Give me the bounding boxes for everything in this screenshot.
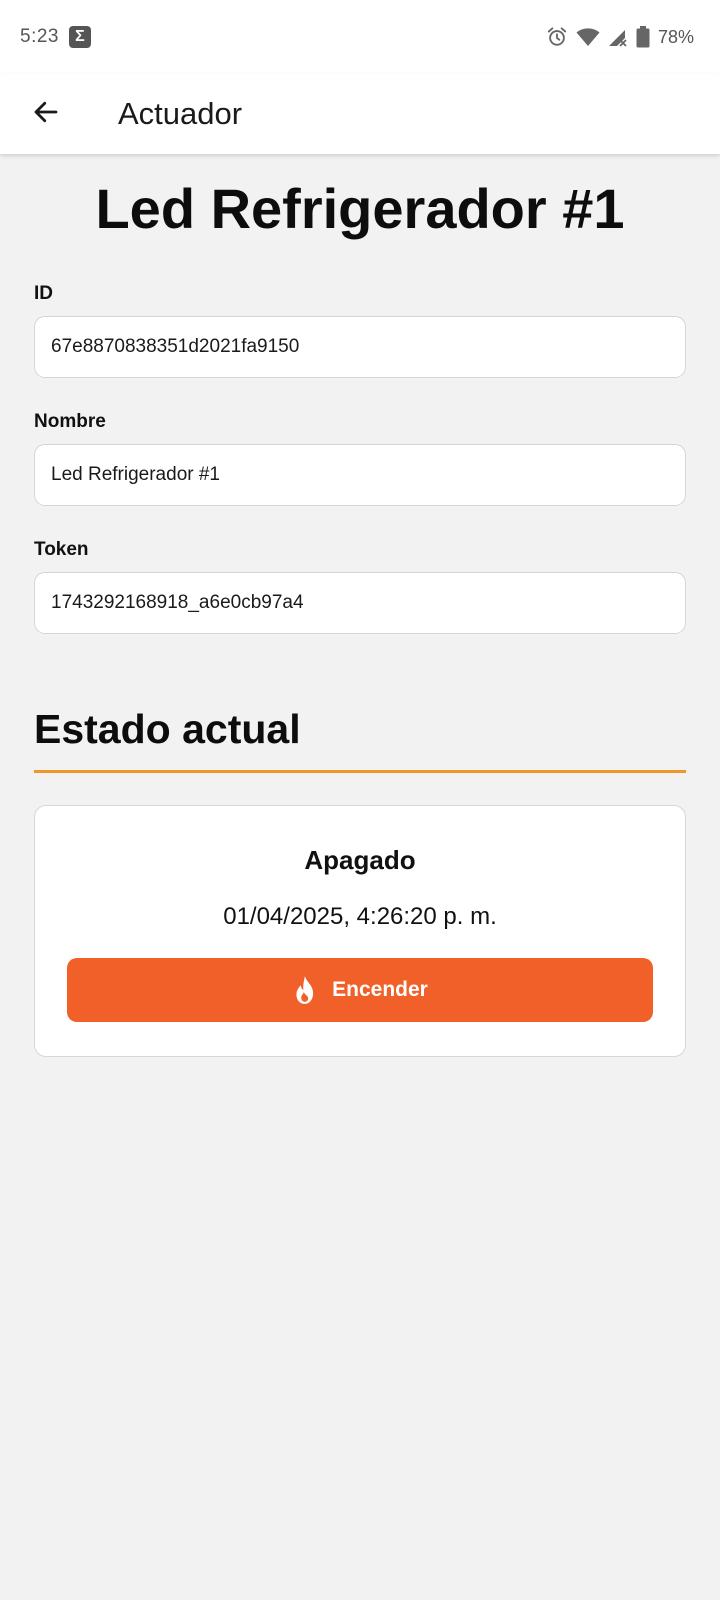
device-title: Led Refrigerador #1 (95, 177, 625, 240)
state-timestamp: 01/04/2025, 4:26:20 p. m. (223, 903, 497, 930)
token-field[interactable]: 1743292168918_a6e0cb97a4 (34, 572, 686, 634)
arrow-back-icon (31, 97, 61, 132)
status-left: 5:23 Σ (20, 26, 91, 48)
token-value: 1743292168918_a6e0cb97a4 (51, 592, 304, 613)
app-title: Actuador (118, 96, 243, 131)
signal-icon (608, 27, 628, 47)
battery-icon (636, 26, 650, 48)
token-label: Token (34, 539, 89, 560)
turn-on-button[interactable]: Encender (67, 958, 653, 1022)
name-value: Led Refrigerador #1 (51, 464, 220, 485)
battery-level: 78% (657, 26, 694, 47)
id-label: ID (34, 283, 53, 304)
wifi-icon (576, 27, 600, 47)
status-bar: 5:23 Σ 78% (0, 0, 720, 74)
app-bar: Actuador (0, 74, 720, 154)
sigma-icon: Σ (68, 26, 91, 48)
back-button[interactable] (16, 84, 76, 144)
turn-on-label: Encender (332, 978, 428, 1001)
section-divider (34, 770, 686, 773)
name-label: Nombre (34, 411, 106, 432)
main-content: Led Refrigerador #1 ID 67e8870838351d202… (32, 154, 688, 1600)
status-time: 5:23 (20, 26, 59, 47)
id-field[interactable]: 67e8870838351d2021fa9150 (34, 316, 686, 378)
flame-icon (292, 975, 318, 1005)
state-label: Apagado (304, 845, 416, 875)
state-card: Apagado 01/04/2025, 4:26:20 p. m. Encend… (34, 805, 686, 1057)
name-field[interactable]: Led Refrigerador #1 (34, 444, 686, 506)
alarm-icon (546, 26, 568, 48)
id-value: 67e8870838351d2021fa9150 (51, 336, 300, 357)
status-icons: 78% (546, 26, 694, 48)
status-section-title: Estado actual (34, 706, 301, 752)
